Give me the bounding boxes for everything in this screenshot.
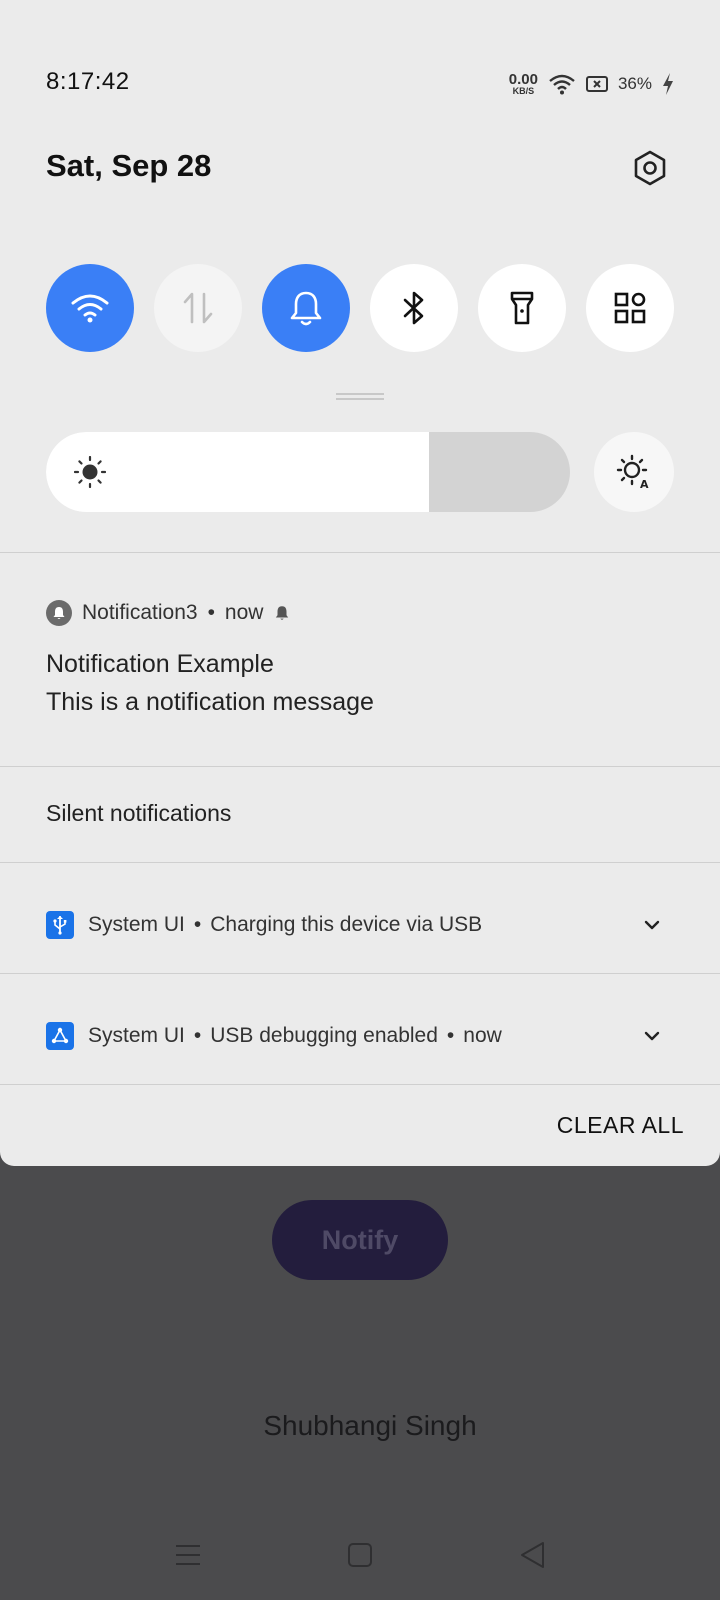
system-notification-text: USB debugging enabled [210, 1024, 438, 1047]
tile-edit-grid[interactable] [586, 264, 674, 352]
tile-mobile-data[interactable] [154, 264, 242, 352]
auto-brightness-toggle[interactable]: A [594, 432, 674, 512]
date-label: Sat, Sep 28 [46, 148, 212, 183]
divider [0, 1084, 720, 1085]
system-notification-time: now [463, 1024, 502, 1047]
status-time: 8:17:42 [46, 68, 130, 95]
back-triangle-icon [521, 1542, 544, 1568]
shade-drag-handle[interactable] [336, 393, 384, 401]
charging-bolt-icon [663, 73, 673, 95]
network-speed: 0.00 KB/S [509, 72, 538, 96]
alerting-bell-icon [276, 606, 289, 620]
quick-settings-tiles [46, 264, 674, 352]
usb-icon [46, 911, 74, 939]
system-notification-app: System UI [88, 913, 185, 936]
divider [0, 552, 720, 553]
chevron-down-icon[interactable] [640, 913, 664, 937]
status-icons: 0.00 KB/S 36% [509, 70, 674, 98]
bluetooth-icon [403, 291, 424, 325]
separator-dot: • [193, 1024, 202, 1047]
bell-icon [290, 291, 322, 326]
notification-app-name: Notification3 [82, 601, 198, 624]
wifi-icon [71, 294, 109, 323]
system-notification-app: System UI [88, 1024, 185, 1047]
grid-icon [614, 292, 646, 324]
home-nav-button[interactable] [340, 1535, 380, 1575]
notify-button[interactable]: Notify [272, 1200, 448, 1280]
silent-notifications-heading: Silent notifications [46, 800, 232, 826]
notification-header[interactable]: Notification3 • now [46, 600, 291, 626]
tile-sound[interactable] [262, 264, 350, 352]
network-speed-value: 0.00 [508, 71, 538, 88]
clear-all-button[interactable]: CLEAR ALL [557, 1112, 684, 1139]
battery-percent: 36% [617, 74, 652, 93]
back-nav-button[interactable] [512, 1535, 552, 1575]
menu-nav-button[interactable] [168, 1535, 208, 1575]
settings-button[interactable] [628, 146, 672, 190]
chevron-down-icon[interactable] [640, 1024, 664, 1048]
settings-gear-icon [634, 150, 666, 186]
notification-shade: 8:17:42 0.00 KB/S 36% Sat, Sep 28 A Noti… [0, 0, 720, 1166]
brightness-sun-icon [74, 456, 106, 488]
divider [0, 973, 720, 974]
divider [0, 862, 720, 863]
separator-dot: • [193, 913, 202, 936]
svg-text:A: A [640, 478, 649, 490]
brightness-slider[interactable] [46, 432, 570, 512]
author-name: Shubhangi Singh [263, 1410, 477, 1441]
notification-time: now [224, 601, 264, 624]
separator-dot: • [207, 601, 215, 624]
tile-bluetooth[interactable] [370, 264, 458, 352]
home-square-icon [348, 1543, 372, 1567]
notification-message: This is a notification message [46, 688, 374, 716]
no-sim-icon [585, 76, 608, 92]
debug-icon [46, 1022, 74, 1050]
flashlight-icon [510, 291, 534, 325]
network-speed-unit: KB/S [512, 86, 535, 96]
wifi-status-icon [549, 74, 575, 95]
menu-icon [176, 1545, 200, 1565]
navigation-bar [0, 1535, 720, 1575]
divider [0, 766, 720, 767]
app-bell-icon [46, 600, 72, 626]
mobile-data-icon [183, 292, 213, 324]
auto-brightness-icon: A [616, 454, 649, 490]
system-notification-usb-debugging[interactable]: System UI • USB debugging enabled • now [46, 1021, 674, 1051]
tile-wifi[interactable] [46, 264, 134, 352]
system-notification-text: Charging this device via USB [210, 913, 483, 936]
tile-flashlight[interactable] [478, 264, 566, 352]
system-notification-usb-charging[interactable]: System UI • Charging this device via USB [46, 910, 674, 940]
notification-title: Notification Example [46, 650, 274, 678]
separator-dot: • [446, 1024, 455, 1047]
